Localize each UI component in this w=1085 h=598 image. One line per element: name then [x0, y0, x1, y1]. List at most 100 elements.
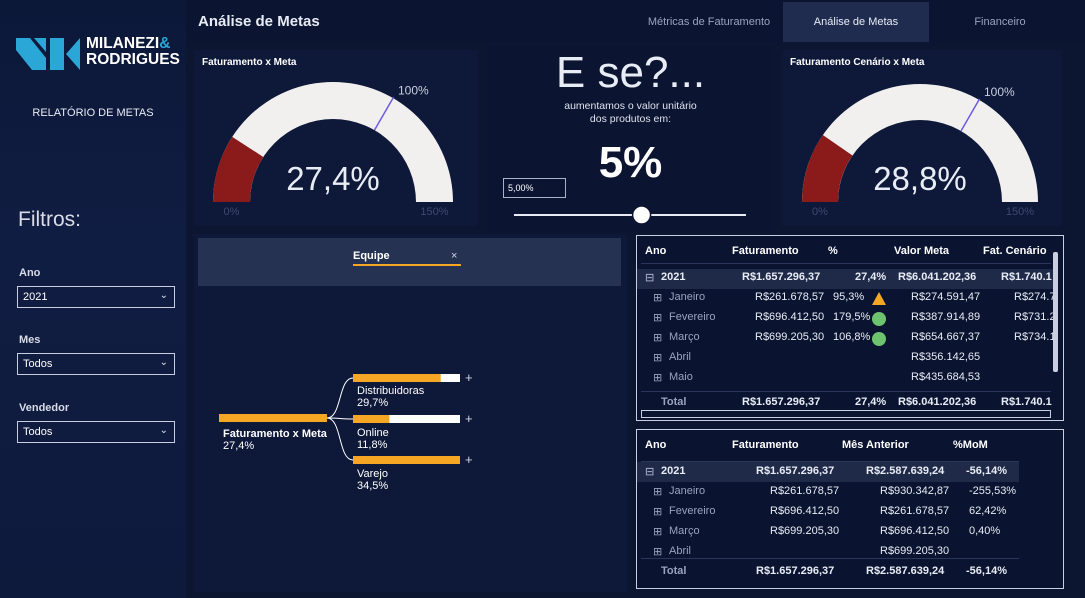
expand-icon[interactable]: ⊞ — [653, 485, 662, 498]
expand-plus-icon[interactable]: + — [465, 411, 473, 426]
cell-fat-cenario: R$274.7 — [1014, 291, 1056, 303]
warning-triangle-icon — [872, 292, 886, 310]
gauge-chart: 100% 27,4% 0% 150% — [213, 82, 453, 218]
cell-valor-meta: R$274.591,47 — [911, 291, 981, 303]
cell-fat-cenario: R$731.2 — [1014, 311, 1056, 323]
cell-total-faturamento: R$1.657.296,37 — [756, 565, 835, 577]
expand-icon[interactable]: ⊞ — [653, 331, 662, 344]
cell-faturamento: R$699.205,30 — [770, 525, 840, 537]
decomp-root-bar — [219, 414, 327, 422]
decomp-level-label[interactable]: Equipe — [353, 250, 390, 262]
filter-month-value: Todos — [23, 358, 53, 370]
filter-seller-select[interactable]: Todos ⌄ — [17, 421, 175, 443]
expand-icon[interactable]: ⊞ — [653, 371, 662, 384]
cell-percent: 106,8% — [833, 331, 871, 343]
cell-valor-meta: R$6.041.202,36 — [898, 271, 977, 283]
whatif-slider[interactable] — [510, 203, 750, 227]
filter-year-label: Ano — [19, 267, 41, 279]
filter-month-select[interactable]: Todos ⌄ — [17, 353, 175, 375]
cell-mes-anterior: R$930.342,87 — [880, 485, 950, 497]
expand-icon[interactable]: ⊞ — [653, 311, 662, 324]
col-header-ano[interactable]: Ano — [645, 245, 666, 257]
col-header-ano[interactable]: Ano — [645, 439, 666, 451]
expand-icon[interactable]: ⊞ — [653, 545, 662, 558]
slider-thumb[interactable] — [631, 205, 652, 225]
col-header-mom[interactable]: %MoM — [953, 439, 988, 451]
cell-mes-anterior: R$2.587.639,24 — [866, 465, 945, 477]
tab-analise-metas[interactable]: Análise de Metas — [783, 2, 929, 42]
gauge-value: 28,8% — [873, 160, 967, 197]
filter-year-select[interactable]: 2021 ⌄ — [17, 286, 175, 308]
vertical-scrollbar[interactable] — [1053, 238, 1059, 398]
cell-faturamento: R$1.657.296,37 — [756, 465, 835, 477]
scrollbar-thumb[interactable] — [1053, 252, 1058, 372]
chevron-down-icon: ⌄ — [159, 290, 168, 301]
decomp-node-distribuidoras[interactable]: Distribuidoras 29,7% — [357, 385, 424, 409]
decomp-node-bar — [353, 415, 390, 423]
decomp-node-online[interactable]: Online 11,8% — [357, 427, 389, 451]
cell-month: Abril — [669, 351, 692, 363]
page-title: Análise de Metas — [198, 13, 320, 30]
cell-valor-meta: R$387.914,89 — [911, 311, 981, 323]
col-header-mes-anterior[interactable]: Mês Anterior — [842, 439, 909, 451]
col-header-faturamento[interactable]: Faturamento — [732, 439, 799, 451]
cell-total-valor-meta: R$6.041.202,36 — [898, 396, 977, 408]
close-icon[interactable]: × — [451, 250, 457, 262]
cell-faturamento: R$696.412,50 — [770, 505, 840, 517]
filter-seller-value: Todos — [23, 426, 53, 438]
whatif-line2: dos produtos em: — [589, 113, 672, 125]
col-header-valor-meta[interactable]: Valor Meta — [894, 245, 949, 257]
filter-month-label: Mes — [19, 334, 41, 346]
expand-icon[interactable]: ⊞ — [653, 505, 662, 518]
decomp-node-varejo[interactable]: Varejo 34,5% — [357, 468, 388, 492]
cell-faturamento: R$696.412,50 — [755, 311, 825, 323]
gauge-max-label: 150% — [1006, 206, 1034, 218]
table-metas: Ano Faturamento % Valor Meta Fat. Cenári… — [636, 235, 1064, 421]
report-label: RELATÓRIO DE METAS — [32, 107, 154, 119]
cell-mom: 0,40% — [969, 525, 1001, 537]
total-divider — [641, 558, 1019, 559]
horizontal-scrollbar[interactable] — [641, 410, 1051, 418]
chevron-down-icon: ⌄ — [159, 357, 168, 368]
tab-financeiro[interactable]: Financeiro — [930, 2, 1070, 42]
decomp-root-name: Faturamento x Meta — [223, 428, 327, 440]
gauge-min-label: 0% — [224, 206, 240, 218]
expand-icon[interactable]: ⊞ — [653, 351, 662, 364]
decomp-level-underline — [353, 264, 461, 266]
cell-month: Março — [669, 331, 700, 343]
status-ok-icon — [872, 332, 886, 351]
gauge-value: 27,4% — [286, 160, 380, 197]
expand-icon[interactable]: ⊞ — [653, 291, 662, 304]
decomp-node-value: 11,8% — [357, 439, 388, 451]
expand-icon[interactable]: ⊞ — [653, 525, 662, 538]
expand-plus-icon[interactable]: + — [465, 370, 473, 385]
cell-month: Fevereiro — [669, 505, 716, 517]
decomp-node-bar — [353, 374, 441, 382]
cell-year: 2021 — [661, 271, 686, 283]
col-header-percent[interactable]: % — [828, 245, 838, 257]
col-header-faturamento[interactable]: Faturamento — [732, 245, 799, 257]
decomp-node-value: 34,5% — [357, 480, 389, 492]
cell-valor-meta: R$356.142,65 — [911, 351, 981, 363]
expand-plus-icon[interactable]: + — [465, 452, 473, 467]
cell-fat-cenario: R$734.1 — [1014, 331, 1056, 343]
cell-faturamento: R$699.205,30 — [755, 331, 825, 343]
brand-logo: MILANEZI& RODRIGUES — [16, 36, 181, 72]
filters-title: Filtros: — [18, 208, 81, 231]
decomp-connector — [326, 377, 354, 419]
col-header-fat-cenario[interactable]: Fat. Cenário — [983, 245, 1047, 257]
decomp-root-label: Faturamento x Meta 27,4% — [223, 428, 327, 452]
expand-icon[interactable]: ⊟ — [645, 465, 654, 478]
chevron-down-icon: ⌄ — [159, 425, 168, 436]
total-divider — [641, 391, 1051, 392]
cell-total-mom: -56,14% — [966, 565, 1007, 577]
whatif-input[interactable]: 5,00% — [503, 178, 566, 198]
table-mom: Ano Faturamento Mês Anterior %MoM ⊟ 2021… — [636, 429, 1064, 589]
expand-icon[interactable]: ⊟ — [645, 271, 654, 284]
cell-month: Fevereiro — [669, 311, 716, 323]
decomp-connector — [326, 417, 354, 461]
decomp-node-bar — [353, 456, 460, 464]
table-row[interactable] — [637, 269, 1057, 289]
cell-mes-anterior: R$261.678,57 — [880, 505, 950, 517]
decomp-header — [198, 238, 621, 286]
